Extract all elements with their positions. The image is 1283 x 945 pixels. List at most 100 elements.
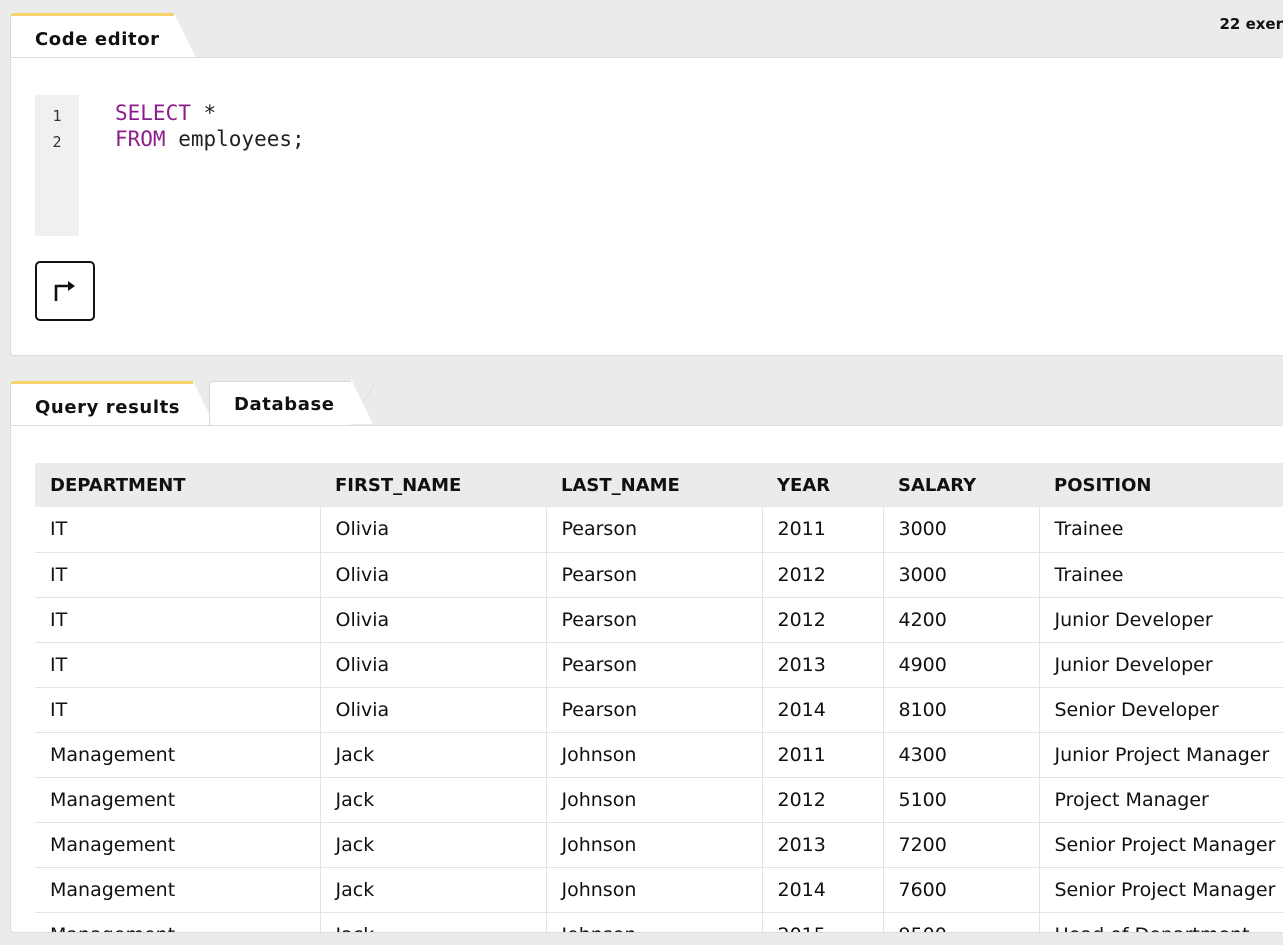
tab-code-editor[interactable]: Code editor <box>10 13 196 58</box>
table-row: IT Olivia Pearson 2012 4200 Junior Developer <box>35 597 1283 643</box>
table-cell: Jack <box>319 867 546 913</box>
table-cell: Jack <box>319 777 546 823</box>
table-cell: Johnson <box>545 777 762 823</box>
table-cell: Pearson <box>545 507 762 553</box>
tab-query-results-label: Query results <box>35 397 181 418</box>
line-number-gutter: 1 2 <box>35 95 79 236</box>
table-cell: IT <box>35 552 320 598</box>
table-cell: IT <box>35 642 320 688</box>
table-cell: 5100 <box>882 777 1039 823</box>
tab-query-results[interactable]: Query results <box>10 381 215 426</box>
sql-keyword: SELECT <box>115 101 191 125</box>
tab-database[interactable]: Database <box>209 379 375 426</box>
line-number: 1 <box>52 107 62 125</box>
code-line: SELECT * <box>115 100 305 126</box>
table-row: Management Jack Johnson 2014 7600 Senior Proj… <box>35 867 1283 913</box>
table-cell: 2012 <box>761 777 883 823</box>
query-results-panel: DEPARTMENT FIRST_NAME LAST_NAME YEAR SALARY P… <box>10 425 1283 933</box>
table-body: IT Olivia Pearson 2011 3000 Trainee IT Olivia Pe… <box>35 507 1283 932</box>
code-text: * <box>190 101 217 125</box>
column-header: DEPARTMENT <box>35 463 320 507</box>
table-cell: 3000 <box>882 507 1039 553</box>
table-cell: 7200 <box>882 822 1039 868</box>
table-cell: Jack <box>319 732 546 778</box>
table-cell: Project Manager <box>1038 777 1283 823</box>
column-header: FIRST_NAME <box>320 463 546 507</box>
table-cell: 2015 <box>761 912 883 932</box>
table-cell: 2013 <box>761 642 883 688</box>
table-cell: Management <box>35 867 320 913</box>
table-cell: Senior Project Manager <box>1038 822 1283 868</box>
code-line: FROM employees; <box>115 126 305 152</box>
table-cell: Olivia <box>319 507 546 553</box>
table-row: IT Olivia Pearson 2011 3000 Trainee <box>35 507 1283 553</box>
table-row: IT Olivia Pearson 2013 4900 Junior Developer <box>35 642 1283 688</box>
sql-keyword: FROM <box>115 127 166 151</box>
table-row: Management Jack Johnson 2012 5100 Project Man… <box>35 777 1283 823</box>
table-cell: 9500 <box>882 912 1039 932</box>
table-row: Management Jack Johnson 2011 4300 Junior Proj… <box>35 732 1283 778</box>
table-cell: Junior Developer <box>1038 597 1283 643</box>
table-cell: Senior Project Manager <box>1038 867 1283 913</box>
table-cell: 4900 <box>882 642 1039 688</box>
code-input[interactable]: SELECT * FROM employees; <box>115 100 305 152</box>
table-cell: Trainee <box>1038 507 1283 553</box>
table-cell: 2011 <box>761 507 883 553</box>
table-cell: Senior Developer <box>1038 687 1283 733</box>
table-cell: Olivia <box>319 687 546 733</box>
table-cell: 2013 <box>761 822 883 868</box>
table-cell: 7600 <box>882 867 1039 913</box>
code-text: employees; <box>165 127 305 151</box>
table-cell: Johnson <box>545 732 762 778</box>
tab-database-label: Database <box>234 394 335 415</box>
table-cell: 3000 <box>882 552 1039 598</box>
table-cell: Johnson <box>545 822 762 868</box>
table-cell: Pearson <box>545 687 762 733</box>
table-cell: 2014 <box>761 867 883 913</box>
table-cell: 2012 <box>761 552 883 598</box>
table-cell: IT <box>35 507 320 553</box>
table-cell: 4300 <box>882 732 1039 778</box>
exercise-count: 22 exer <box>1219 15 1283 33</box>
table-row: IT Olivia Pearson 2014 8100 Senior Developer <box>35 687 1283 733</box>
table-cell: Pearson <box>545 597 762 643</box>
page: Code editor 22 exer 1 2 SELECT * FROM emp… <box>0 0 1283 945</box>
table-cell: Olivia <box>319 597 546 643</box>
run-arrow-icon <box>54 281 75 301</box>
table-cell: Olivia <box>319 642 546 688</box>
table-cell: IT <box>35 597 320 643</box>
line-number: 2 <box>52 133 62 151</box>
column-header: SALARY <box>883 463 1039 507</box>
table-cell: 2011 <box>761 732 883 778</box>
code-editor-panel: 1 2 SELECT * FROM employees; <box>10 57 1283 356</box>
table-cell: Jack <box>319 912 546 932</box>
table-cell: Junior Project Manager <box>1038 732 1283 778</box>
table-cell: Pearson <box>545 642 762 688</box>
table-row: IT Olivia Pearson 2012 3000 Trainee <box>35 552 1283 598</box>
column-header: YEAR <box>762 463 883 507</box>
table-cell: Junior Developer <box>1038 642 1283 688</box>
table-cell: Management <box>35 912 320 932</box>
run-query-button[interactable] <box>35 261 95 321</box>
tab-code-editor-label: Code editor <box>35 29 160 50</box>
table-row: ManagementJackJohnson20159500Head of Dep… <box>35 912 1283 932</box>
table-cell: 2014 <box>761 687 883 733</box>
table-cell: Pearson <box>545 552 762 598</box>
table-cell: Jack <box>319 822 546 868</box>
table-cell: Head of Department <box>1038 912 1283 932</box>
table-cell: 8100 <box>882 687 1039 733</box>
table-cell: Management <box>35 777 320 823</box>
table-row: Management Jack Johnson 2013 7200 Senior Proj… <box>35 822 1283 868</box>
table-cell: Johnson <box>545 912 762 932</box>
table-header-row: DEPARTMENT FIRST_NAME LAST_NAME YEAR SALARY P… <box>35 463 1283 507</box>
table-cell: 4200 <box>882 597 1039 643</box>
column-header: POSITION <box>1039 463 1283 507</box>
table-cell: Trainee <box>1038 552 1283 598</box>
results-table: DEPARTMENT FIRST_NAME LAST_NAME YEAR SALARY P… <box>35 463 1283 932</box>
table-cell: 2012 <box>761 597 883 643</box>
table-cell: Olivia <box>319 552 546 598</box>
column-header: LAST_NAME <box>546 463 762 507</box>
table-cell: IT <box>35 687 320 733</box>
table-cell: Management <box>35 732 320 778</box>
table-cell: Johnson <box>545 867 762 913</box>
